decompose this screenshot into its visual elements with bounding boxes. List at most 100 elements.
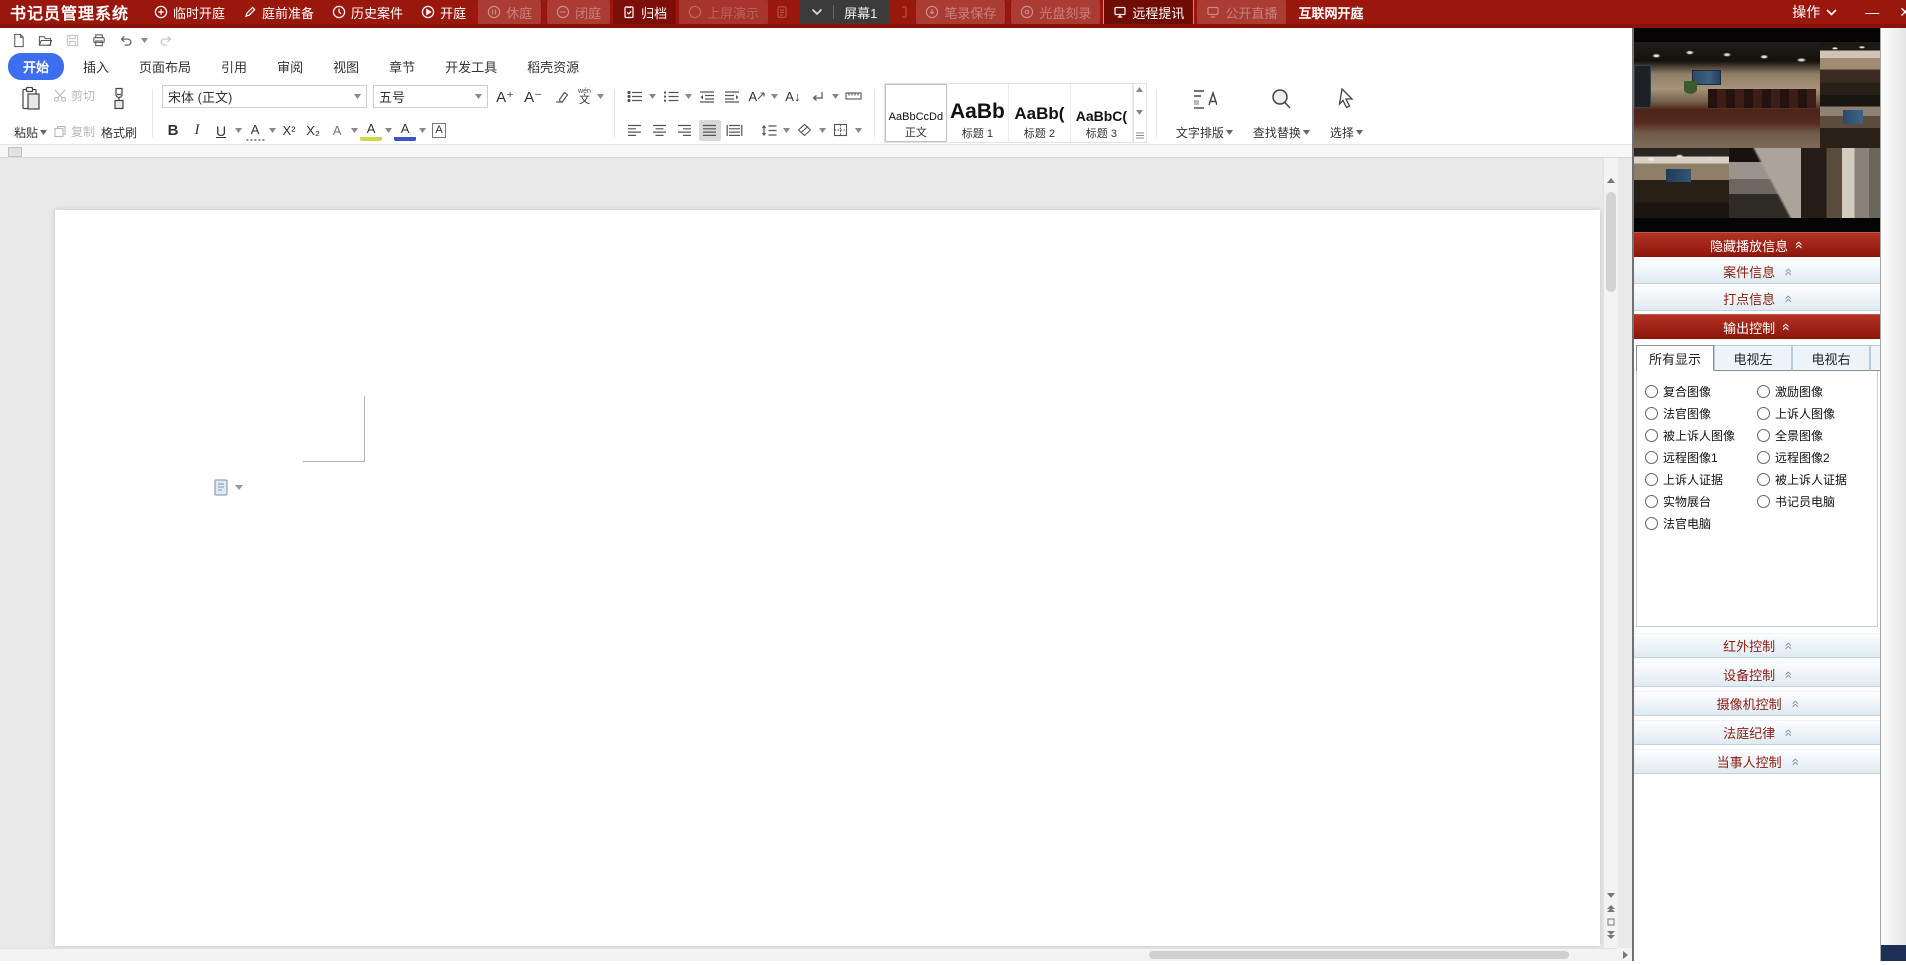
shading-caret[interactable] [819, 128, 827, 133]
decrease-indent-button[interactable] [696, 86, 718, 107]
camera-mosaic[interactable] [1634, 28, 1880, 232]
radio-exhibit-stand[interactable]: 实物展台 [1645, 493, 1757, 510]
menu-history-cases-button[interactable]: 历史案件 [323, 0, 412, 26]
document-canvas[interactable] [0, 158, 1632, 961]
clear-format-button[interactable] [550, 86, 572, 107]
borders-button[interactable] [830, 120, 852, 141]
output-tab-tv-right[interactable]: 电视右 [1792, 345, 1870, 371]
font-color-caret[interactable] [418, 128, 426, 133]
tab-insert[interactable]: 插入 [68, 53, 124, 80]
tab-review[interactable]: 审阅 [262, 53, 318, 80]
menu-remote-interrogation-button[interactable]: 远程提讯 [1103, 0, 1194, 25]
bullet-list-caret[interactable] [649, 94, 657, 99]
radio-judge-image[interactable]: 法官图像 [1645, 405, 1757, 422]
scroll-down-button[interactable] [1604, 889, 1618, 902]
scroll-up-button[interactable] [1604, 174, 1618, 187]
minimize-button[interactable]: — [1847, 4, 1897, 20]
vertical-scrollbar[interactable] [1603, 158, 1618, 948]
text-effects-caret[interactable] [350, 128, 358, 133]
radio-appellee-evidence[interactable]: 被上诉人证据 [1757, 471, 1869, 488]
radio-panorama-image[interactable]: 全景图像 [1757, 427, 1869, 444]
tab-references[interactable]: 引用 [206, 53, 262, 80]
section-party-control[interactable]: 当事人控制 » [1634, 749, 1880, 774]
section-marker-info[interactable]: 打点信息 » [1634, 286, 1880, 311]
subscript-button[interactable]: X₂ [302, 120, 324, 141]
tab-docer-resources[interactable]: 稻壳资源 [512, 53, 594, 80]
tab-ruler-button[interactable] [843, 86, 865, 107]
text-layout-button[interactable]: 文字排版 [1166, 83, 1243, 143]
paste-button[interactable]: 粘贴 [8, 83, 53, 143]
shading-button[interactable] [794, 120, 816, 141]
show-marks-caret[interactable] [832, 94, 840, 99]
decrease-font-button[interactable]: A⁻ [522, 86, 544, 107]
style-heading1[interactable]: AaBb 标题 1 [947, 84, 1009, 142]
scroll-right-button[interactable] [1618, 948, 1632, 961]
style-heading2[interactable]: AaBb( 标题 2 [1009, 84, 1071, 142]
section-court-discipline[interactable]: 法庭纪律 » [1634, 720, 1880, 745]
underline-caret[interactable] [234, 128, 242, 133]
radio-remote-image-2[interactable]: 远程图像2 [1757, 449, 1869, 466]
next-page-button[interactable] [1604, 928, 1618, 941]
camera-feed-corridor-2[interactable] [1801, 148, 1880, 218]
section-infrared-control[interactable]: 红外控制 » [1634, 633, 1880, 658]
tab-home[interactable]: 开始 [8, 53, 64, 80]
section-camera-control[interactable]: 摄像机控制 » [1634, 691, 1880, 716]
tab-page-layout[interactable]: 页面布局 [124, 53, 206, 80]
print-button[interactable] [87, 30, 111, 51]
document-page[interactable] [55, 210, 1600, 946]
style-heading3[interactable]: AaBbC( 标题 3 [1071, 84, 1133, 142]
italic-button[interactable]: I [186, 120, 208, 141]
styles-gallery-scroll[interactable] [1133, 84, 1146, 142]
radio-appellee-image[interactable]: 被上诉人图像 [1645, 427, 1757, 444]
pinyin-caret[interactable] [597, 94, 605, 99]
line-spacing-button[interactable] [758, 120, 780, 141]
operation-dropdown[interactable]: 操作 [1782, 2, 1847, 22]
tab-dev-tools[interactable]: 开发工具 [430, 53, 512, 80]
find-replace-button[interactable]: 查找替换 [1243, 83, 1320, 143]
char-shading-caret[interactable] [268, 128, 276, 133]
camera-feed-gallery[interactable] [1634, 148, 1729, 218]
panel-scrollbar-strip[interactable] [1880, 28, 1906, 961]
select-button[interactable]: 选择 [1320, 83, 1373, 143]
camera-feed-side-2[interactable] [1820, 95, 1880, 148]
sort-button[interactable]: A↓ [782, 86, 804, 107]
align-left-button[interactable] [624, 120, 646, 141]
output-tab-tv-left[interactable]: 电视左 [1714, 345, 1792, 371]
new-document-button[interactable] [6, 30, 30, 51]
undo-dropdown-caret[interactable] [141, 30, 151, 51]
superscript-button[interactable]: X² [278, 120, 300, 141]
radio-clerk-computer[interactable]: 书记员电脑 [1757, 493, 1869, 510]
menu-open-court-button[interactable]: 开庭 [412, 0, 475, 26]
open-file-button[interactable] [33, 30, 57, 51]
radio-remote-image-1[interactable]: 远程图像1 [1645, 449, 1757, 466]
vertical-scroll-thumb[interactable] [1606, 192, 1616, 292]
section-case-info[interactable]: 案件信息 » [1634, 259, 1880, 284]
char-border-button[interactable]: A [428, 120, 450, 141]
undo-button[interactable] [114, 30, 138, 51]
increase-indent-button[interactable] [721, 86, 743, 107]
section-hide-playback-info[interactable]: 隐藏播放信息 « [1634, 232, 1880, 257]
line-spacing-caret[interactable] [783, 128, 791, 133]
numbered-list-button[interactable] [660, 86, 682, 107]
borders-caret[interactable] [855, 128, 863, 133]
underline-button[interactable]: U [210, 120, 232, 141]
radio-appellant-image[interactable]: 上诉人图像 [1757, 405, 1869, 422]
style-normal[interactable]: AaBbCcDd 正文 [885, 84, 947, 142]
bold-button[interactable]: B [162, 120, 184, 141]
distribute-button[interactable] [724, 120, 746, 141]
radio-judge-computer[interactable]: 法官电脑 [1645, 515, 1757, 532]
output-tab-judge[interactable]: 法官 [1870, 345, 1880, 371]
tab-section[interactable]: 章节 [374, 53, 430, 80]
horizontal-scroll-thumb[interactable] [1149, 951, 1570, 959]
highlight-color-button[interactable]: A [360, 120, 382, 141]
tab-view[interactable]: 视图 [318, 53, 374, 80]
section-device-control[interactable]: 设备控制 » [1634, 662, 1880, 687]
close-button[interactable]: ✕ [1897, 4, 1906, 21]
section-output-control[interactable]: 输出控制 « [1634, 314, 1880, 339]
menu-archive-button[interactable]: 归档 [613, 0, 676, 26]
horizontal-scrollbar[interactable] [0, 948, 1618, 961]
char-scaling-caret[interactable] [771, 94, 779, 99]
select-browse-object-button[interactable] [1604, 915, 1618, 928]
text-effects-button[interactable]: A [326, 120, 348, 141]
font-size-select[interactable]: 五号 [373, 85, 488, 108]
